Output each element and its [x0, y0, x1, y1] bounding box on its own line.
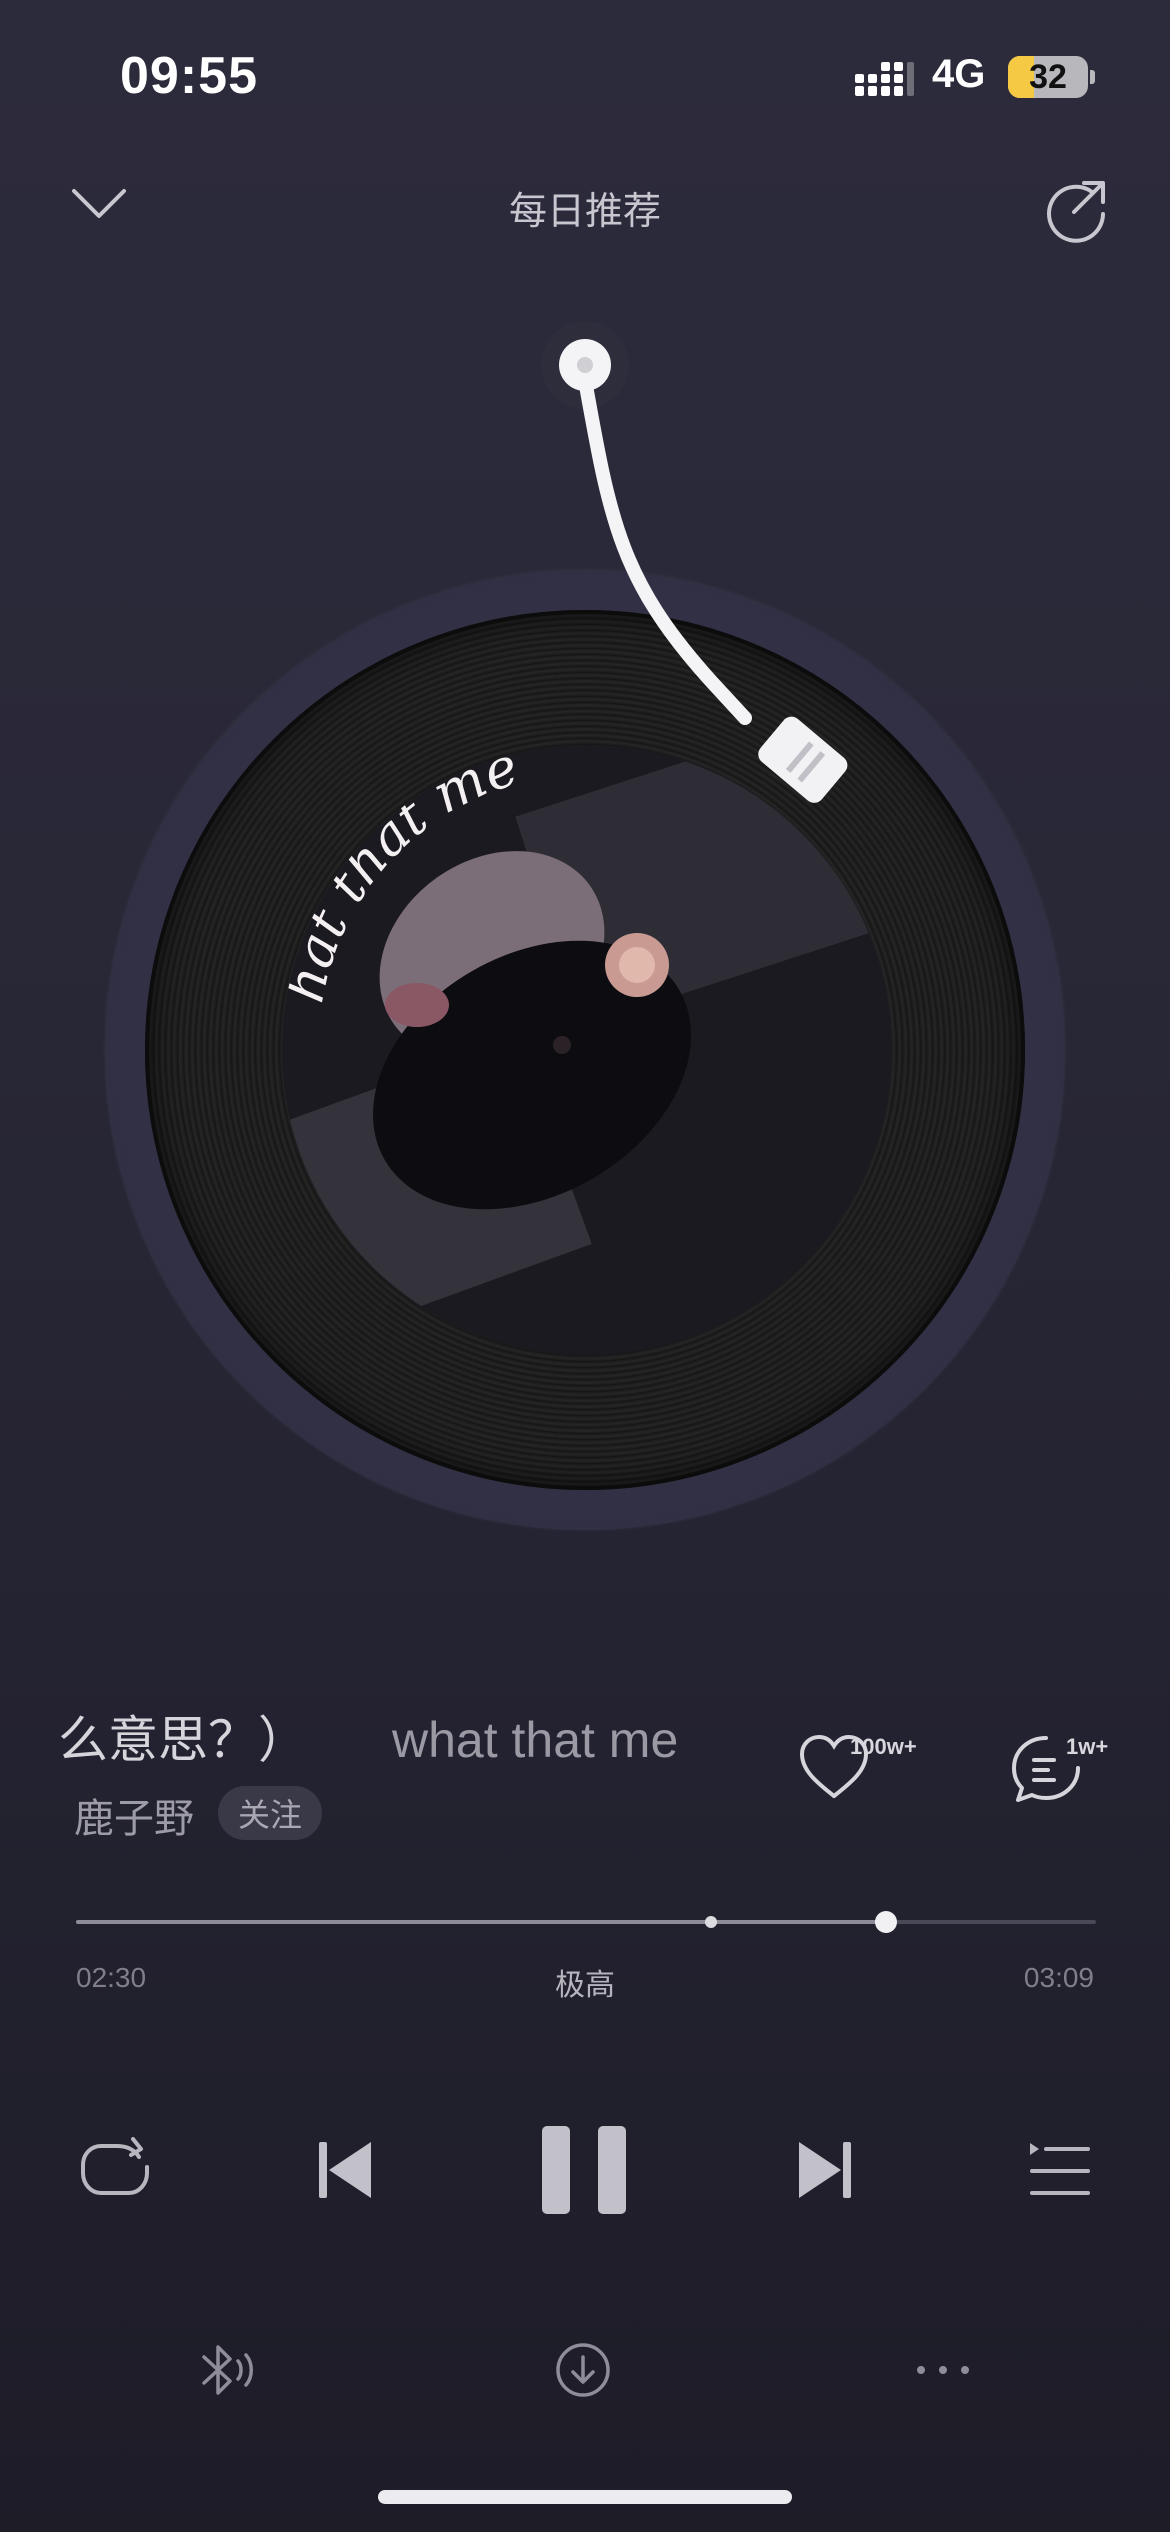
- progress-buffer-marker: [705, 1916, 718, 1928]
- next-icon: [799, 2142, 851, 2198]
- total-time: 03:09: [1023, 1962, 1094, 1993]
- comment-count: 1w+: [1066, 1734, 1109, 1759]
- cover-artwork: hat that mea: [282, 745, 892, 1355]
- battery-indicator: 32: [1008, 56, 1088, 98]
- page-title: 每日推荐: [508, 191, 661, 233]
- playlist-icon: [1030, 2143, 1090, 2195]
- song-title-scroll: what that me: [392, 1712, 679, 1768]
- next-button[interactable]: [780, 2120, 870, 2220]
- battery-percent: 32: [1029, 57, 1067, 96]
- progress-played: [76, 1920, 886, 1924]
- more-icon[interactable]: [906, 2345, 980, 2395]
- pause-icon: [542, 2126, 626, 2214]
- status-time: 09:55: [120, 47, 258, 105]
- progress-thumb[interactable]: [874, 1911, 897, 1933]
- share-icon[interactable]: [1040, 174, 1112, 246]
- home-indicator[interactable]: [378, 2490, 792, 2504]
- network-type: 4G: [932, 52, 986, 96]
- audio-quality[interactable]: 极高: [0, 1960, 1170, 2004]
- like-count: 100w+: [850, 1734, 917, 1759]
- repeat-icon: [81, 2137, 149, 2195]
- download-icon[interactable]: [548, 2335, 618, 2405]
- follow-button[interactable]: 关注: [218, 1786, 323, 1840]
- previous-button[interactable]: [300, 2120, 390, 2220]
- repeat-button[interactable]: [70, 2130, 160, 2210]
- playlist-button[interactable]: [1014, 2130, 1104, 2210]
- battery-tip: [1090, 70, 1095, 84]
- bluetooth-audio-icon[interactable]: [190, 2335, 264, 2405]
- previous-icon: [319, 2142, 371, 2198]
- song-title-marquee: 么意思？） what that me: [58, 1700, 698, 1770]
- artist-name[interactable]: 鹿子野: [74, 1786, 194, 1844]
- pause-button[interactable]: [525, 2110, 645, 2230]
- song-title-part: 么意思？）: [58, 1712, 308, 1768]
- signal-strength-icon: [855, 62, 914, 96]
- album-cover: hat that mea: [282, 745, 892, 1355]
- tonearm: [541, 321, 848, 803]
